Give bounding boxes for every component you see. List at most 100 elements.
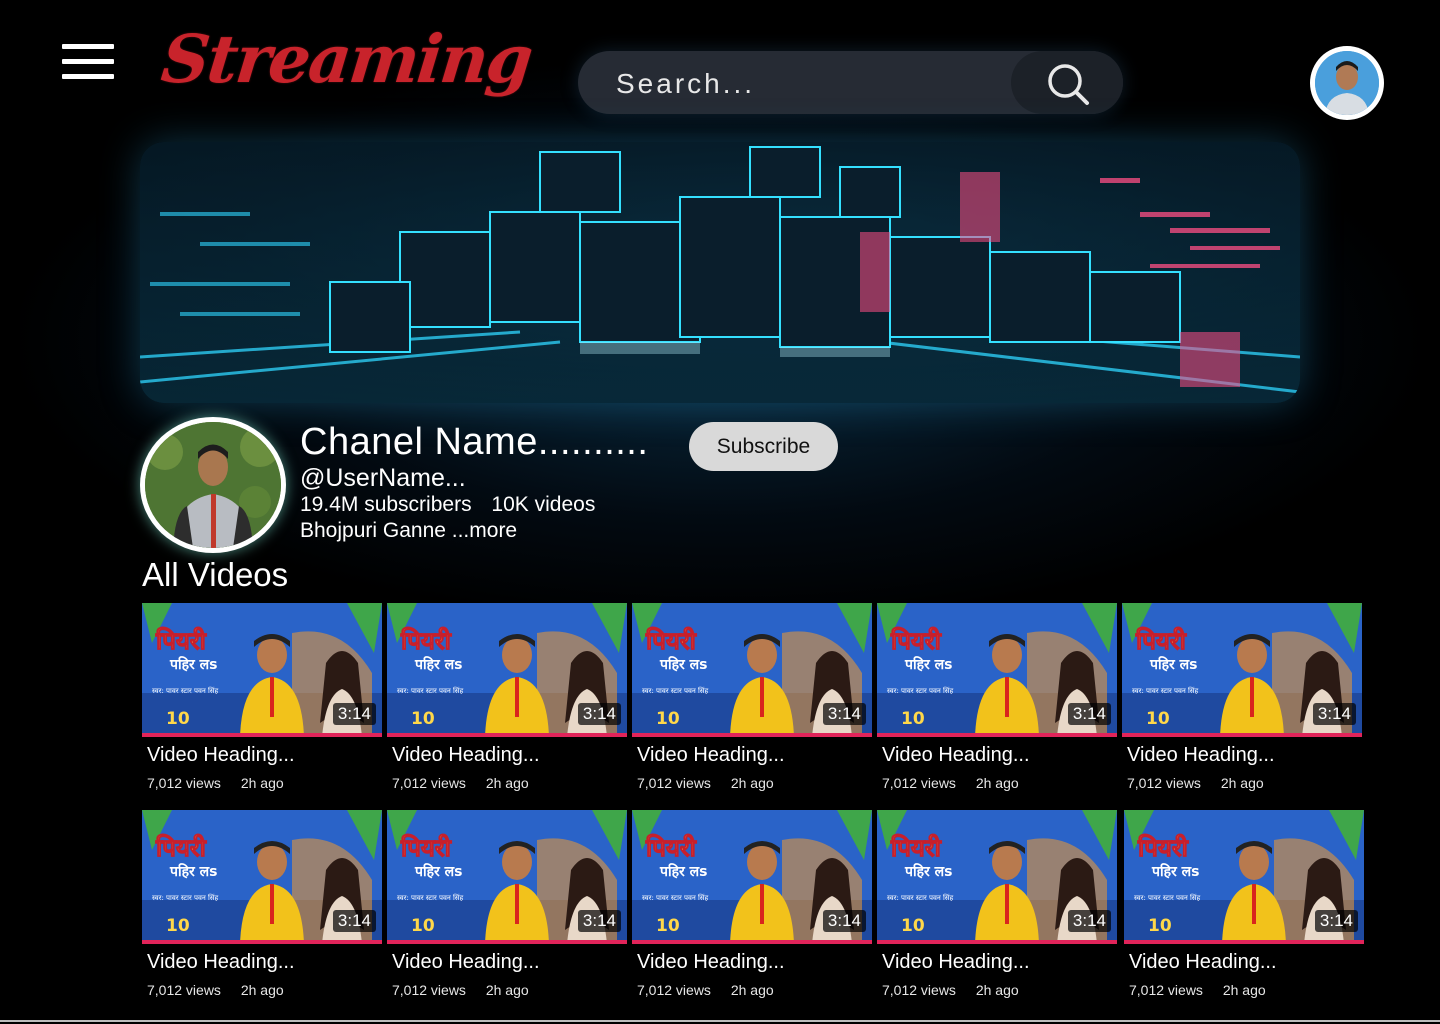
channel-handle: @UserName... — [300, 464, 466, 492]
video-card[interactable]: पियरी पहिर लs स्वर: पावर स्टार पवन सिंह … — [877, 603, 1117, 803]
video-thumbnail[interactable]: पियरी पहिर लs स्वर: पावर स्टार पवन सिंह … — [142, 810, 382, 944]
video-title[interactable]: Video Heading... — [1127, 744, 1275, 767]
video-card[interactable]: पियरी पहिर लs स्वर: पावर स्टार पवन सिंह … — [632, 603, 872, 803]
thumb-title-2: पहिर लs — [904, 656, 952, 673]
video-thumbnail[interactable]: पियरी पहिर लs स्वर: पावर स्टार पवन सिंह … — [877, 603, 1117, 737]
thumb-credit: स्वर: पावर स्टार पवन सिंह — [1134, 893, 1201, 902]
video-title[interactable]: Video Heading... — [1129, 951, 1277, 974]
channel-stats: 19.4M subscribers 10K videos — [300, 493, 595, 517]
bottom-divider — [0, 1020, 1440, 1022]
video-card[interactable]: पियरी पहिर लs स्वर: पावर स्टार पवन सिंह … — [877, 810, 1117, 1010]
video-thumbnail[interactable]: पियरी पहिर लs स्वर: पावर स्टार पवन सिंह … — [142, 603, 382, 737]
user-avatar[interactable] — [1310, 46, 1384, 120]
video-meta: 7,012 views 2h ago — [392, 775, 529, 791]
video-meta: 7,012 views 2h ago — [637, 775, 774, 791]
video-card[interactable]: पियरी पहिर लs स्वर: पावर स्टार पवन सिंह … — [632, 810, 872, 1010]
search-bar — [578, 51, 1123, 114]
thumb-title-2: पहिर लs — [1149, 656, 1197, 673]
thumb-views-badge: 10 — [411, 916, 435, 936]
video-card[interactable]: पियरी पहिर लs स्वर: पावर स्टार पवन सिंह … — [142, 603, 382, 803]
video-thumbnail[interactable]: पियरी पहिर लs स्वर: पावर स्टार पवन सिंह … — [387, 603, 627, 737]
thumb-title-2: पहिर लs — [1151, 863, 1199, 880]
video-age: 2h ago — [1220, 775, 1264, 791]
thumb-title-2: पहिर लs — [659, 863, 707, 880]
video-age: 2h ago — [730, 775, 774, 791]
hamburger-menu-icon[interactable] — [62, 44, 116, 84]
video-meta: 7,012 views 2h ago — [882, 775, 1019, 791]
video-title[interactable]: Video Heading... — [147, 951, 295, 974]
thumb-title-2: पहिर लs — [169, 863, 217, 880]
thumb-title-1: पियरी — [155, 627, 207, 655]
video-title[interactable]: Video Heading... — [882, 744, 1030, 767]
thumb-title-1: पियरी — [1137, 834, 1189, 862]
video-meta: 7,012 views 2h ago — [1127, 775, 1264, 791]
video-title[interactable]: Video Heading... — [637, 744, 785, 767]
video-card[interactable]: पियरी पहिर लs स्वर: पावर स्टार पवन सिंह … — [142, 810, 382, 1010]
app-logo[interactable]: Streaming — [158, 20, 535, 98]
video-duration: 3:14 — [332, 910, 376, 932]
channel-description[interactable]: Bhojpuri Ganne ...more — [300, 519, 517, 543]
video-thumbnail[interactable]: पियरी पहिर लs स्वर: पावर स्टार पवन सिंह … — [632, 810, 872, 944]
video-thumbnail[interactable]: पियरी पहिर लs स्वर: पावर स्टार पवन सिंह … — [1124, 810, 1364, 944]
video-age: 2h ago — [975, 982, 1019, 998]
video-title[interactable]: Video Heading... — [637, 951, 785, 974]
video-duration: 3:14 — [577, 703, 621, 725]
thumb-credit: स्वर: पावर स्टार पवन सिंह — [152, 686, 219, 695]
video-views: 7,012 views — [882, 775, 956, 791]
video-thumbnail[interactable]: पियरी पहिर लs स्वर: पावर स्टार पवन सिंह … — [1122, 603, 1362, 737]
thumb-title-1: पियरी — [1135, 627, 1187, 655]
video-card[interactable]: पियरी पहिर लs स्वर: पावर स्टार पवन सिंह … — [387, 810, 627, 1010]
video-age: 2h ago — [485, 982, 529, 998]
channel-avatar[interactable] — [140, 417, 286, 553]
thumb-title-1: पियरी — [645, 627, 697, 655]
video-card[interactable]: पियरी पहिर लs स्वर: पावर स्टार पवन सिंह … — [1122, 603, 1362, 803]
video-title[interactable]: Video Heading... — [882, 951, 1030, 974]
video-duration: 3:14 — [332, 703, 376, 725]
video-card[interactable]: पियरी पहिर लs स्वर: पावर स्टार पवन सिंह … — [387, 603, 627, 803]
thumb-credit: स्वर: पावर स्टार पवन सिंह — [887, 893, 954, 902]
thumb-views-badge: 10 — [1148, 916, 1172, 936]
banner-artwork — [140, 142, 1300, 403]
thumb-views-badge: 10 — [656, 709, 680, 729]
video-views: 7,012 views — [392, 775, 466, 791]
subscribe-button[interactable]: Subscribe — [689, 422, 838, 471]
thumb-views-badge: 10 — [166, 709, 190, 729]
thumb-title-2: पहिर लs — [169, 656, 217, 673]
thumb-credit: स्वर: पावर स्टार पवन सिंह — [642, 893, 709, 902]
video-views: 7,012 views — [637, 775, 711, 791]
video-title[interactable]: Video Heading... — [147, 744, 295, 767]
search-button[interactable] — [1011, 51, 1123, 114]
video-views: 7,012 views — [147, 775, 221, 791]
video-thumbnail[interactable]: पियरी पहिर लs स्वर: पावर स्टार पवन सिंह … — [877, 810, 1117, 944]
thumb-title-1: पियरी — [645, 834, 697, 862]
video-views: 7,012 views — [1129, 982, 1203, 998]
channel-name: Chanel Name.......... — [300, 421, 649, 463]
thumb-credit: स्वर: पावर स्टार पवन सिंह — [397, 893, 464, 902]
video-title[interactable]: Video Heading... — [392, 744, 540, 767]
thumb-credit: स्वर: पावर स्टार पवन सिंह — [397, 686, 464, 695]
video-age: 2h ago — [485, 775, 529, 791]
video-thumbnail[interactable]: पियरी पहिर लs स्वर: पावर स्टार पवन सिंह … — [632, 603, 872, 737]
video-age: 2h ago — [730, 982, 774, 998]
video-duration: 3:14 — [822, 703, 866, 725]
video-duration: 3:14 — [1314, 910, 1358, 932]
video-age: 2h ago — [975, 775, 1019, 791]
thumb-title-1: पियरी — [400, 834, 452, 862]
thumb-credit: स्वर: पावर स्टार पवन सिंह — [642, 686, 709, 695]
thumb-credit: स्वर: पावर स्टार पवन सिंह — [887, 686, 954, 695]
thumb-views-badge: 10 — [411, 709, 435, 729]
video-duration: 3:14 — [1067, 910, 1111, 932]
subscriber-count: 19.4M subscribers — [300, 493, 472, 516]
video-card[interactable]: पियरी पहिर लs स्वर: पावर स्टार पवन सिंह … — [1124, 810, 1364, 1010]
thumb-title-2: पहिर लs — [659, 656, 707, 673]
search-icon — [1048, 64, 1089, 105]
thumb-title-2: पहिर लs — [414, 863, 462, 880]
video-title[interactable]: Video Heading... — [392, 951, 540, 974]
video-meta: 7,012 views 2h ago — [147, 982, 284, 998]
video-meta: 7,012 views 2h ago — [1129, 982, 1266, 998]
thumb-views-badge: 10 — [166, 916, 190, 936]
search-input[interactable] — [614, 61, 998, 107]
video-age: 2h ago — [240, 775, 284, 791]
channel-banner — [140, 142, 1300, 403]
video-thumbnail[interactable]: पियरी पहिर लs स्वर: पावर स्टार पवन सिंह … — [387, 810, 627, 944]
